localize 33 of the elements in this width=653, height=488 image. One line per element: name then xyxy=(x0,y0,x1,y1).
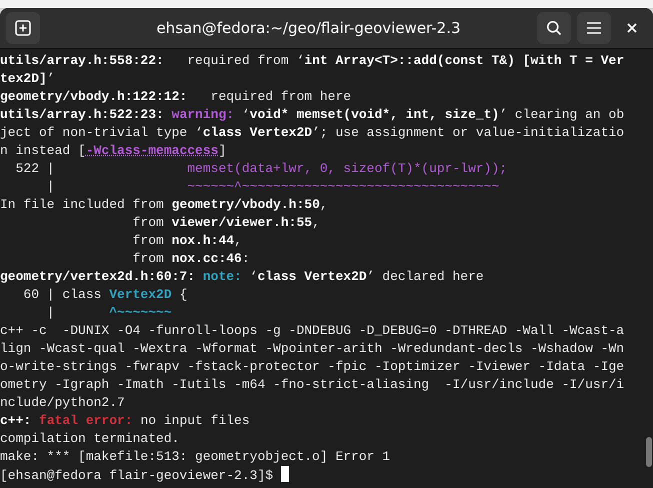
terminal-line: nclude/python2.7 xyxy=(0,394,126,412)
terminal-line: 60 | class Vertex2D { xyxy=(22,286,188,304)
terminal-line: c++ -c -DUNIX -O4 -funroll-loops -g -DNDEBUG -D_DEBUG=0 -DTHREAD -Wall -Wcast-a xyxy=(0,322,626,340)
terminal-line: c++: fatal error: no input files xyxy=(0,412,251,430)
terminal-line: geometry/vertex2d.h:60:7: note: ‘class Vertex2D’ declared here xyxy=(0,268,485,286)
terminal-line: tex2D]’ xyxy=(0,70,56,88)
terminal-line: lign -Wcast-qual -Wextra -Wformat -Wpointer-arith -Wredundant-decls -Wshadow -Wn xyxy=(0,340,626,358)
terminal-line: from nox.h:44, xyxy=(132,232,243,250)
scrollbar-thumb[interactable] xyxy=(646,437,652,467)
menu-icon xyxy=(586,21,602,35)
terminal-line: n instead [-Wclass-memaccess] xyxy=(0,142,228,160)
close-icon xyxy=(627,23,637,33)
plus-box-icon xyxy=(15,20,31,36)
terminal-line: | ~~~~~~^~~~~~~~~~~~~~~~~~~~~~~~~~~~~~~~~~ xyxy=(46,178,500,196)
terminal-line: ometry -Igraph -Imath -Iutils -m64 -fno-strict-aliasing -I/usr/include -I/usr/i xyxy=(0,376,626,394)
new-tab-button[interactable] xyxy=(6,12,40,44)
terminal-line: In file included from geometry/vbody.h:50, xyxy=(0,196,329,214)
terminal-line: utils/array.h:558:22: required from ‘int Array<T>::add(const T&) [with T = Ver xyxy=(0,52,626,70)
terminal-line: [ehsan@fedora flair-geoviewer-2.3]$ xyxy=(0,466,645,484)
terminal-line: from viewer/viewer.h:55, xyxy=(132,214,321,232)
search-icon xyxy=(546,20,562,36)
window-title: ehsan@fedora:~/geo/flair-geoviewer-2.3 xyxy=(155,19,462,37)
terminal-line: utils/array.h:522:23: warning: ‘void* memset(void*, int, size_t)’ clearing an ob xyxy=(0,106,626,124)
terminal-line: compilation terminated. xyxy=(0,430,180,448)
terminal-line: | ^~~~~~~~ xyxy=(46,304,173,322)
terminal-line: make: *** [makefile:513: geometryobject.o] Error 1 xyxy=(0,448,392,466)
terminal-line: geometry/vbody.h:122:12: required from here xyxy=(0,88,352,106)
terminal-line: from nox.cc:46: xyxy=(132,250,251,268)
terminal-line: ject of non-trivial type ‘class Vertex2D’; use assignment or value-initializatio xyxy=(0,124,626,142)
terminal-line: o-write-strings -fwrapv -fstack-protector -fpic -Ioptimizer -Iviewer -Idata -Ige xyxy=(0,358,626,376)
search-button[interactable] xyxy=(537,12,571,44)
terminal-line: 522 | memset(data+lwr, 0, sizeof(T)*(upr-lwr)); xyxy=(14,160,508,178)
menu-button[interactable] xyxy=(577,12,611,44)
